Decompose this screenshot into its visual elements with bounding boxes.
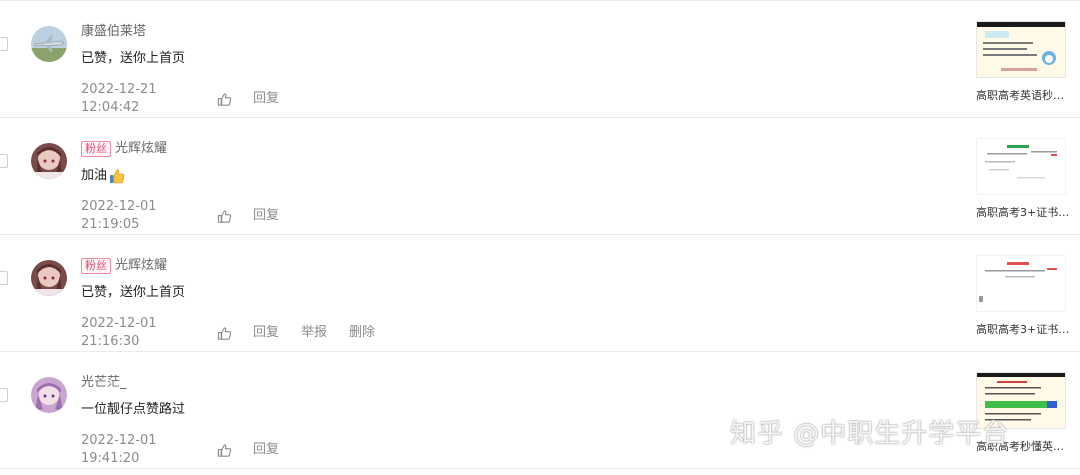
article-thumbnail[interactable] — [976, 138, 1066, 195]
select-checkbox[interactable] — [0, 271, 8, 285]
comment-row: 康盛伯莱塔 已赞，送你上首页 2022-12-21 12:04:42 回复 高职… — [0, 0, 1080, 118]
report-button[interactable]: 举报 — [301, 324, 327, 342]
comment-text: 已赞，送你上首页 — [81, 285, 186, 300]
article-thumbnail[interactable] — [976, 21, 1066, 78]
like-icon[interactable] — [217, 209, 232, 224]
article-card[interactable]: 高职高考3+证书… — [976, 138, 1072, 220]
select-checkbox[interactable] — [0, 388, 8, 402]
anime-girl-avatar-icon — [31, 260, 67, 296]
article-card[interactable]: 高职高考秒懂英… — [976, 372, 1072, 454]
reply-button[interactable]: 回复 — [253, 90, 279, 108]
article-title[interactable]: 高职高考秒懂英… — [976, 438, 1072, 454]
avatar[interactable] — [31, 143, 67, 179]
anime-girl-avatar-icon — [31, 143, 67, 179]
article-title[interactable]: 高职高考3+证书… — [976, 321, 1072, 337]
article-title[interactable]: 高职高考3+证书… — [976, 204, 1072, 220]
article-thumbnail[interactable] — [976, 372, 1066, 429]
comment-date: 2022-12-01 21:16:30 — [81, 316, 157, 349]
avatar[interactable] — [31, 260, 67, 296]
username[interactable]: 康盛伯莱塔 — [81, 23, 146, 41]
select-checkbox[interactable] — [0, 37, 8, 51]
article-card[interactable]: 高职高考英语秒… — [976, 21, 1072, 103]
comment-row: 粉丝 光辉炫耀 加油 2022-12-01 21:19:05 回复 高职高考3+… — [0, 118, 1080, 235]
like-icon[interactable] — [217, 326, 232, 341]
comment-text: 一位靓仔点赞路过 — [81, 402, 186, 417]
comment-date: 2022-12-21 12:04:42 — [81, 82, 157, 115]
article-card[interactable]: 高职高考3+证书… — [976, 255, 1072, 337]
reply-button[interactable]: 回复 — [253, 324, 279, 342]
comment-date: 2022-12-01 21:19:05 — [81, 199, 157, 232]
username[interactable]: 光辉炫耀 — [115, 257, 167, 275]
like-icon[interactable] — [217, 92, 232, 107]
avatar[interactable] — [31, 26, 67, 62]
avatar[interactable] — [31, 377, 67, 413]
purple-girl-avatar-icon — [31, 377, 67, 413]
fan-badge: 粉丝 — [81, 141, 111, 157]
comment-text: 已赞，送你上首页 — [81, 51, 186, 66]
reply-button[interactable]: 回复 — [253, 441, 279, 459]
comment-date: 2022-12-01 19:41:20 — [81, 433, 157, 466]
article-title[interactable]: 高职高考英语秒… — [976, 87, 1072, 103]
comment-text: 加油 — [81, 168, 108, 183]
plane-avatar-icon — [31, 26, 67, 62]
comment-list: 康盛伯莱塔 已赞，送你上首页 2022-12-21 12:04:42 回复 高职… — [0, 0, 1080, 469]
select-checkbox[interactable] — [0, 154, 8, 168]
thumbs-up-emoji-icon — [110, 169, 125, 184]
comment-row: 粉丝 光辉炫耀 已赞，送你上首页 2022-12-01 21:16:30 回复 … — [0, 235, 1080, 352]
username[interactable]: 光辉炫耀 — [115, 140, 167, 158]
fan-badge: 粉丝 — [81, 258, 111, 274]
reply-button[interactable]: 回复 — [253, 207, 279, 225]
delete-button[interactable]: 删除 — [349, 324, 375, 342]
username[interactable]: 光芒茫_ — [81, 374, 127, 392]
comment-row: 光芒茫_ 一位靓仔点赞路过 2022-12-01 19:41:20 回复 高职高… — [0, 352, 1080, 469]
article-thumbnail[interactable] — [976, 255, 1066, 312]
like-icon[interactable] — [217, 443, 232, 458]
